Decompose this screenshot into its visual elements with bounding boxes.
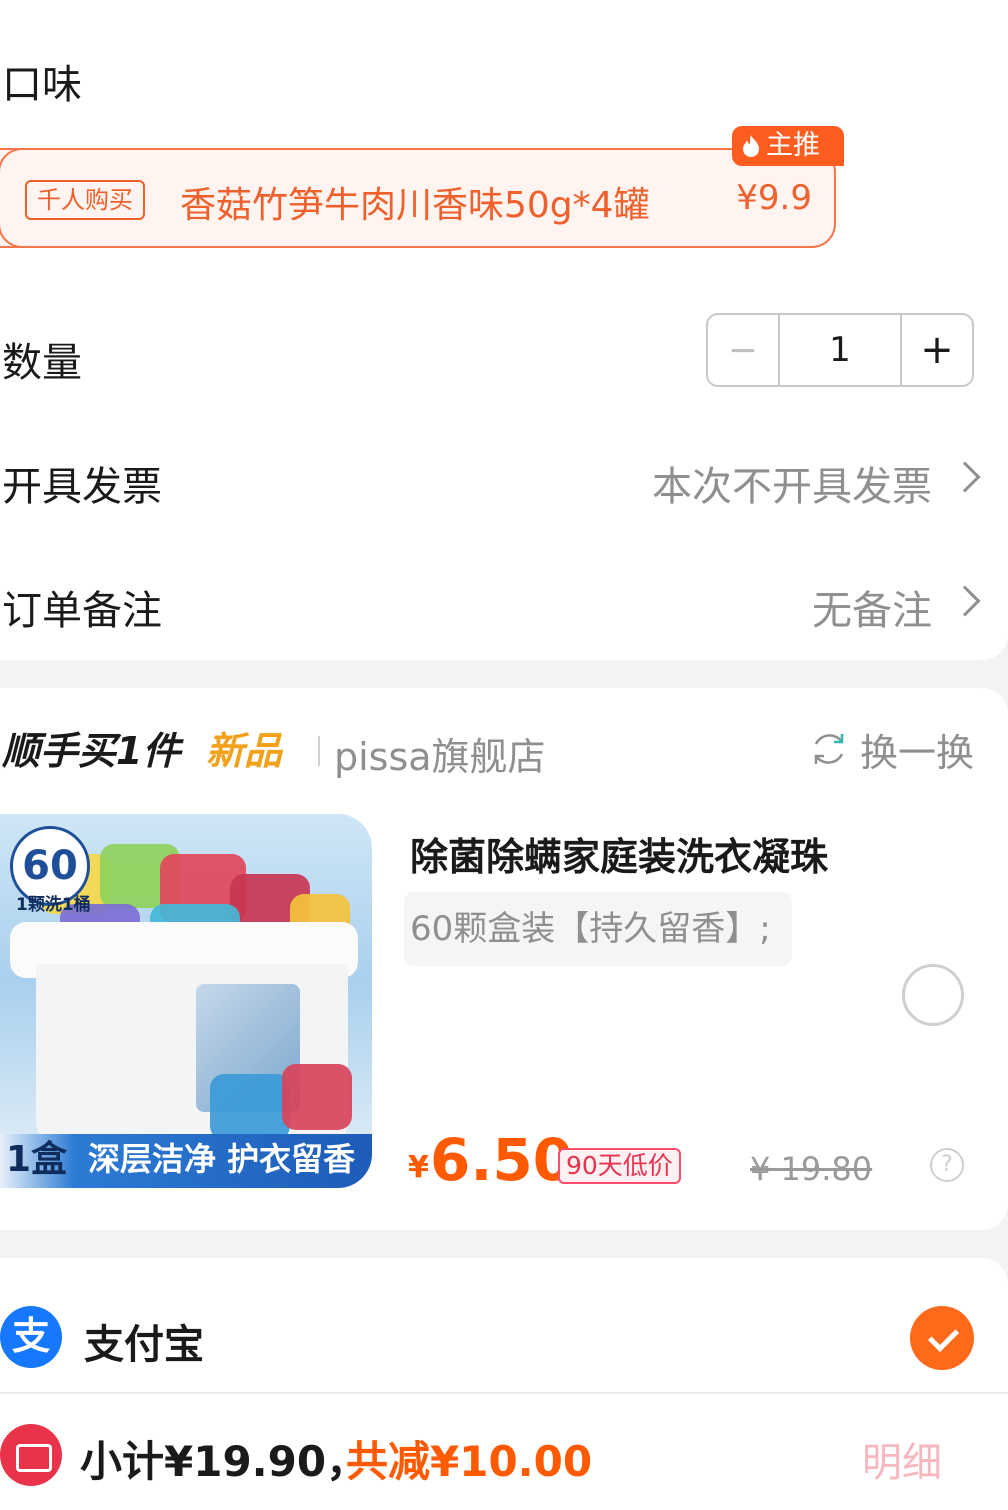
recommend-badge: 主推 xyxy=(732,126,844,166)
image-caption-right: 深层洁净 护衣留香 xyxy=(88,1140,356,1178)
low-price-tag: 90天低价 xyxy=(558,1148,681,1184)
invoice-value: 本次不开具发票 xyxy=(652,464,932,510)
product-image[interactable]: 60 1颗洗1桶 1盒 深层洁净 护衣留香 xyxy=(0,814,372,1188)
flavor-option-selected[interactable]: 千人购买 香菇竹笋牛肉川香味50g*4罐 ¥9.9 xyxy=(0,148,836,248)
increase-button[interactable]: + xyxy=(902,315,972,385)
checkmark-icon[interactable] xyxy=(910,1306,974,1370)
order-note-value: 无备注 xyxy=(812,588,932,634)
popular-tag: 千人购买 xyxy=(25,180,145,220)
detail-link[interactable]: 明细 xyxy=(862,1430,942,1488)
select-addon-radio[interactable] xyxy=(902,964,964,1026)
refresh-button[interactable]: 换一换 xyxy=(808,724,974,775)
order-note-label: 订单备注 xyxy=(2,588,162,634)
coupon-icon xyxy=(0,1424,62,1486)
quantity-label: 数量 xyxy=(2,340,82,386)
payment-method-label: 支付宝 xyxy=(84,1322,204,1368)
total-discount: 共减¥10.00 xyxy=(346,1437,593,1486)
product-pod xyxy=(210,1074,290,1140)
flavor-label: 口味 xyxy=(2,62,82,108)
image-caption-left: 1盒 xyxy=(6,1139,68,1180)
quantity-stepper: − 1 + xyxy=(706,313,974,387)
recommend-badge-label: 主推 xyxy=(766,130,820,161)
quantity-input[interactable]: 1 xyxy=(780,315,902,385)
refresh-label: 换一换 xyxy=(859,730,974,775)
price-currency: ¥ xyxy=(408,1150,429,1185)
flame-icon xyxy=(743,135,759,157)
subtotal: 小计¥19.90， xyxy=(80,1437,369,1486)
alipay-icon: 支 xyxy=(0,1306,62,1368)
help-icon[interactable]: ? xyxy=(930,1148,964,1182)
store-name[interactable]: pissa旗舰店 xyxy=(334,726,546,781)
decrease-button[interactable]: − xyxy=(708,315,780,385)
flavor-price: ¥9.9 xyxy=(736,178,812,218)
addon-title: 顺手买1件 xyxy=(2,729,181,773)
product-pod xyxy=(282,1064,352,1130)
product-title[interactable]: 除菌除螨家庭装洗衣凝珠 xyxy=(410,826,828,881)
original-price: ¥ 19.80 xyxy=(750,1150,873,1188)
product-variant[interactable]: 60颗盒装【持久留香】; xyxy=(404,892,792,966)
flavor-name: 香菇竹笋牛肉川香味50g*4罐 xyxy=(180,185,650,226)
product-price: 6.50 xyxy=(430,1126,574,1194)
divider xyxy=(318,736,320,766)
refresh-icon xyxy=(814,734,844,764)
count-badge-subtitle: 1颗洗1桶 xyxy=(16,895,91,915)
addon-new-label: 新品 xyxy=(206,729,283,773)
divider xyxy=(0,1392,1008,1394)
invoice-label: 开具发票 xyxy=(2,464,162,510)
